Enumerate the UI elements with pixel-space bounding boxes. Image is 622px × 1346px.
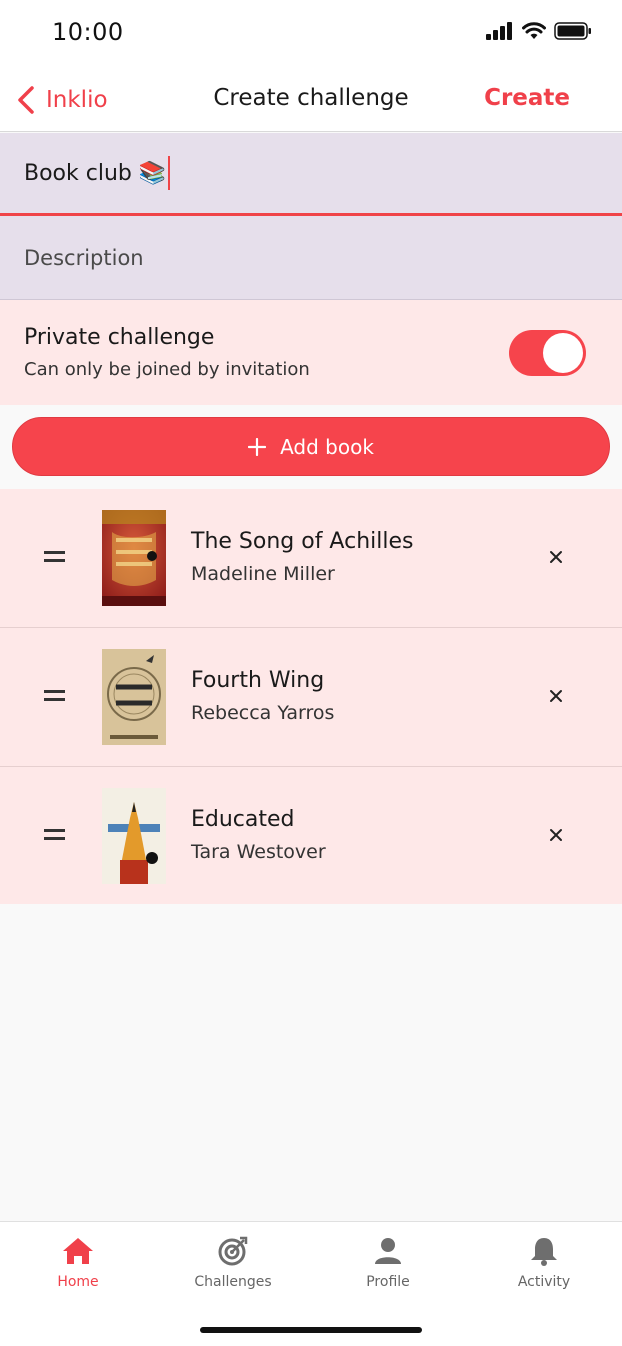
status-bar: 10:00 — [0, 0, 622, 70]
bell-icon — [531, 1238, 557, 1266]
home-indicator — [200, 1327, 422, 1333]
book-row: Educated Tara Westover — [0, 767, 622, 904]
tab-profile[interactable]: Profile — [328, 1236, 448, 1290]
book-title: Educated — [191, 807, 295, 832]
battery-icon — [554, 22, 591, 40]
book-cover — [102, 788, 166, 884]
wifi-icon — [522, 22, 546, 39]
plus-icon — [248, 437, 267, 456]
close-icon — [550, 690, 562, 702]
drag-handle-icon[interactable] — [44, 829, 65, 845]
remove-book-button[interactable] — [546, 686, 566, 706]
private-challenge-title: Private challenge — [24, 325, 215, 350]
add-book-label: Add book — [280, 434, 374, 459]
book-row: Fourth Wing Rebecca Yarros — [0, 628, 622, 767]
book-title: Fourth Wing — [191, 668, 325, 693]
drag-handle-icon[interactable] — [44, 551, 65, 567]
book-title: The Song of Achilles — [191, 529, 414, 554]
challenge-title-input[interactable]: Book club 📚 — [0, 133, 622, 216]
person-icon — [375, 1238, 401, 1264]
home-icon — [63, 1238, 93, 1264]
private-challenge-subtitle: Can only be joined by invitation — [24, 359, 310, 380]
tab-activity[interactable]: Activity — [484, 1236, 604, 1290]
challenge-title-value: Book club 📚 — [24, 160, 167, 186]
close-icon — [550, 829, 562, 841]
remove-book-button[interactable] — [546, 547, 566, 567]
add-book-button[interactable]: Add book — [12, 417, 610, 476]
tab-label: Profile — [366, 1274, 410, 1290]
drag-handle-icon[interactable] — [44, 690, 65, 706]
signal-icon — [486, 22, 512, 40]
navigation-bar: Inklio Create challenge Create — [0, 70, 622, 132]
status-icons — [486, 22, 592, 40]
book-author: Madeline Miller — [191, 563, 335, 585]
book-author: Rebecca Yarros — [191, 702, 335, 724]
text-caret — [168, 156, 171, 190]
tab-label: Home — [57, 1274, 99, 1290]
target-icon — [218, 1236, 248, 1266]
book-author: Tara Westover — [191, 841, 326, 863]
tab-label: Challenges — [194, 1274, 272, 1290]
description-input[interactable]: Description — [0, 216, 622, 300]
book-list: The Song of Achilles Madeline Miller Fou… — [0, 489, 622, 904]
create-button[interactable]: Create — [484, 85, 570, 111]
tab-home[interactable]: Home — [18, 1236, 138, 1290]
remove-book-button[interactable] — [546, 825, 566, 845]
status-time: 10:00 — [52, 18, 124, 46]
toggle-knob — [543, 333, 583, 373]
private-challenge-toggle[interactable] — [509, 330, 586, 376]
description-placeholder: Description — [24, 245, 144, 270]
tab-challenges[interactable]: Challenges — [173, 1236, 293, 1290]
tab-label: Activity — [517, 1274, 571, 1290]
book-row: The Song of Achilles Madeline Miller — [0, 489, 622, 628]
book-cover — [102, 649, 166, 745]
book-cover — [102, 510, 166, 606]
close-icon — [550, 551, 562, 563]
